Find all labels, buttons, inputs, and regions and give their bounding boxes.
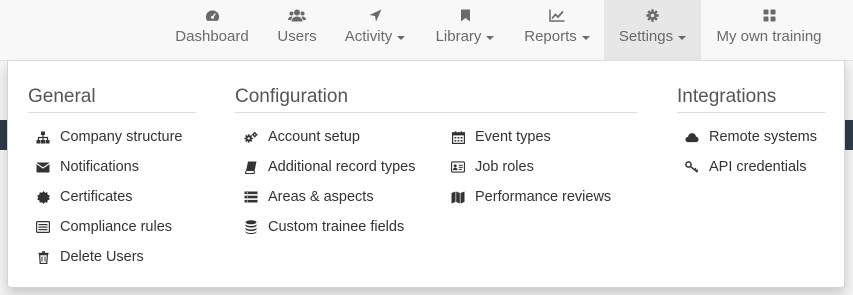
section-title-integrations: Integrations <box>677 86 777 107</box>
menu-item-custom-trainee-fields[interactable]: Custom trainee fields <box>244 219 404 235</box>
database-icon <box>244 220 258 234</box>
nav-settings[interactable]: Settings <box>604 0 701 61</box>
chevron-down-icon <box>486 35 495 40</box>
menu-item-label: Areas & aspects <box>268 189 374 205</box>
menu-item-job-roles[interactable]: Job roles <box>451 159 534 175</box>
sitemap-icon <box>36 130 50 144</box>
nav-dashboard[interactable]: Dashboard <box>170 0 254 61</box>
chevron-down-icon <box>678 35 687 40</box>
nav-library[interactable]: Library <box>428 0 502 61</box>
list-icon <box>244 190 258 204</box>
nav-reports-label: Reports <box>524 28 590 45</box>
bookmark-icon <box>460 9 471 22</box>
cogs-icon <box>244 130 258 144</box>
section-title-configuration: Configuration <box>235 86 349 107</box>
key-icon <box>685 160 699 174</box>
menu-item-label: Remote systems <box>709 129 817 145</box>
list-alt-icon <box>36 220 50 234</box>
nav-library-label: Library <box>436 28 495 45</box>
cloud-icon <box>685 130 699 144</box>
dashboard-icon <box>205 9 220 22</box>
section-divider <box>28 112 196 113</box>
menu-item-label: Compliance rules <box>60 219 173 235</box>
menu-item-label: Delete Users <box>60 249 144 265</box>
menu-item-label: Company structure <box>60 129 183 145</box>
envelope-icon <box>36 160 50 174</box>
section-divider <box>677 112 826 113</box>
section-divider <box>235 112 637 113</box>
menu-item-remote-systems[interactable]: Remote systems <box>685 129 817 145</box>
nav-users[interactable]: Users <box>270 0 324 61</box>
menu-item-label: Event types <box>475 129 551 145</box>
book-icon <box>244 160 258 174</box>
menu-item-notifications[interactable]: Notifications <box>36 159 139 175</box>
nav-dashboard-label: Dashboard <box>175 28 249 45</box>
grid-icon <box>763 9 776 22</box>
users-icon <box>288 9 306 22</box>
menu-item-delete-users[interactable]: Delete Users <box>36 249 144 265</box>
menu-item-label: Account setup <box>268 129 360 145</box>
section-title-general: General <box>28 86 96 107</box>
menu-item-certificates[interactable]: Certificates <box>36 189 133 205</box>
menu-item-performance-reviews[interactable]: Performance reviews <box>451 189 611 205</box>
menu-item-label: Job roles <box>475 159 534 175</box>
menu-item-areas-aspects[interactable]: Areas & aspects <box>244 189 374 205</box>
menu-item-label: Certificates <box>60 189 133 205</box>
menu-item-api-credentials[interactable]: API credentials <box>685 159 807 175</box>
nav-reports[interactable]: Reports <box>518 0 596 61</box>
nav-activity[interactable]: Activity <box>338 0 412 61</box>
menu-item-label: Notifications <box>60 159 139 175</box>
settings-dropdown-menu: General Company structure Notifications … <box>7 61 845 288</box>
menu-item-label: Custom trainee fields <box>268 219 405 235</box>
nav-activity-label: Activity <box>345 28 406 45</box>
menu-item-additional-record-types[interactable]: Additional record types <box>244 159 416 175</box>
nav-my-own-training-label: My own training <box>716 28 822 45</box>
menu-item-label: Performance reviews <box>475 189 612 205</box>
nav-my-own-training[interactable]: My own training <box>709 0 829 61</box>
nav-settings-label: Settings <box>619 28 687 45</box>
menu-item-label: Additional record types <box>268 159 416 175</box>
menu-item-event-types[interactable]: Event types <box>451 129 551 145</box>
chevron-down-icon <box>397 35 406 40</box>
nav-users-label: Users <box>277 28 317 45</box>
top-navbar: Dashboard Users Activity Library Reports… <box>0 0 853 61</box>
gear-icon <box>646 9 659 22</box>
menu-item-account-setup[interactable]: Account setup <box>244 129 360 145</box>
location-arrow-icon <box>369 9 382 22</box>
chevron-down-icon <box>581 35 590 40</box>
menu-item-compliance-rules[interactable]: Compliance rules <box>36 219 172 235</box>
menu-item-company-structure[interactable]: Company structure <box>36 129 183 145</box>
trash-icon <box>36 250 50 264</box>
map-icon <box>451 190 465 204</box>
certificate-icon <box>36 190 50 204</box>
line-chart-icon <box>549 9 565 22</box>
id-card-icon <box>451 160 465 174</box>
menu-item-label: API credentials <box>709 159 807 175</box>
calendar-icon <box>451 130 465 144</box>
